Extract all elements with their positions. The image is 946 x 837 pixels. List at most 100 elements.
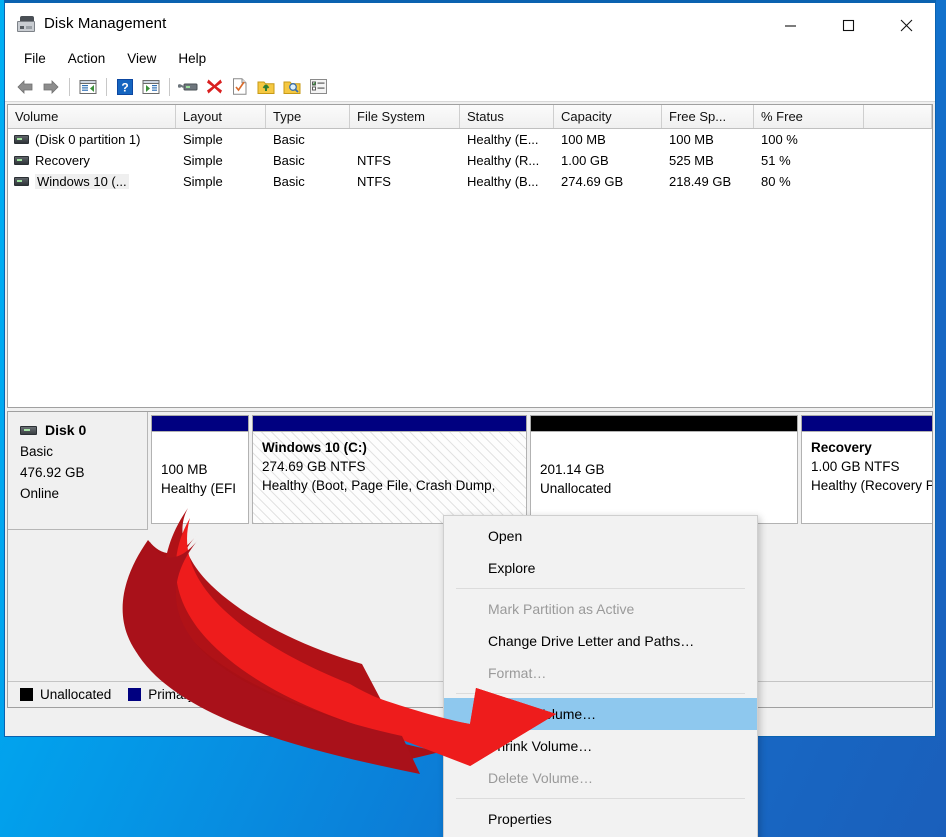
help-icon[interactable]: ?	[112, 75, 138, 99]
cell-percent-free: 80 %	[754, 171, 864, 192]
table-row[interactable]: (Disk 0 partition 1) Simple Basic Health…	[8, 129, 932, 150]
column-header-file-system[interactable]: File System	[350, 105, 460, 128]
column-header-extra[interactable]	[864, 105, 932, 128]
partition-status: Unallocated	[540, 481, 797, 496]
toolbar-separator	[106, 78, 107, 96]
disk-state: Online	[20, 486, 147, 501]
toolbar-separator	[169, 78, 170, 96]
up-one-level-icon[interactable]	[75, 75, 101, 99]
cell-layout: Simple	[176, 171, 266, 192]
detail-view-icon[interactable]	[305, 75, 331, 99]
cell-layout: Simple	[176, 129, 266, 150]
volume-icon	[14, 177, 29, 186]
partition-status: Healthy (Recovery P	[811, 478, 933, 493]
menu-item-open[interactable]: Open	[444, 520, 757, 552]
partition-unallocated[interactable]: 201.14 GB Unallocated	[530, 415, 798, 530]
column-header-status[interactable]: Status	[460, 105, 554, 128]
disk-size: 476.92 GB	[20, 465, 147, 480]
cell-type: Basic	[266, 171, 350, 192]
partition-windows-c[interactable]: Windows 10 (C:) 274.69 GB NTFS Healthy (…	[252, 415, 527, 530]
cell-type: Basic	[266, 129, 350, 150]
disk-name: Disk 0	[45, 422, 86, 438]
show-hide-console-tree-icon[interactable]	[138, 75, 164, 99]
menu-view[interactable]: View	[116, 48, 167, 69]
cell-free-space: 525 MB	[662, 150, 754, 171]
column-header-volume[interactable]: Volume	[8, 105, 176, 128]
partition-size: 201.14 GB	[540, 462, 797, 477]
menu-item-change-drive-letter-and-paths[interactable]: Change Drive Letter and Paths…	[444, 625, 757, 657]
partition-recovery[interactable]: Recovery 1.00 GB NTFS Healthy (Recovery …	[801, 415, 933, 530]
rescan-disks-icon[interactable]	[175, 75, 201, 99]
volume-list-body: (Disk 0 partition 1) Simple Basic Health…	[8, 129, 932, 407]
menu-item-extend-volume[interactable]: Extend Volume…	[444, 698, 757, 730]
properties-icon[interactable]	[227, 75, 253, 99]
menu-separator	[456, 798, 745, 799]
svg-text:?: ?	[121, 80, 128, 94]
menu-bar: File Action View Help	[5, 44, 935, 72]
cell-capacity: 274.69 GB	[554, 171, 662, 192]
cell-status: Healthy (R...	[460, 150, 554, 171]
menu-help[interactable]: Help	[167, 48, 217, 69]
disk-info-panel[interactable]: Disk 0 Basic 476.92 GB Online	[8, 412, 148, 530]
column-header-layout[interactable]: Layout	[176, 105, 266, 128]
cell-percent-free: 51 %	[754, 150, 864, 171]
partition-color-bar	[530, 415, 798, 431]
cell-file-system: NTFS	[350, 171, 460, 192]
disk-row: Disk 0 Basic 476.92 GB Online 100 MB Hea…	[8, 412, 932, 530]
legend-label-primary-partition: Primary partition	[148, 687, 246, 702]
cell-type: Basic	[266, 150, 350, 171]
legend-label-unallocated: Unallocated	[40, 687, 111, 702]
cell-file-system: NTFS	[350, 150, 460, 171]
menu-item-mark-partition-as-active: Mark Partition as Active	[444, 593, 757, 625]
partition-strip: 100 MB Healthy (EFI Windows 10 (C:) 274.…	[148, 412, 933, 530]
legend-swatch-primary-partition	[128, 688, 141, 701]
cell-volume: (Disk 0 partition 1)	[35, 132, 140, 147]
column-header-type[interactable]: Type	[266, 105, 350, 128]
menu-separator	[456, 693, 745, 694]
table-row[interactable]: Recovery Simple Basic NTFS Healthy (R...…	[8, 150, 932, 171]
cell-percent-free: 100 %	[754, 129, 864, 150]
column-header-free-space[interactable]: Free Sp...	[662, 105, 754, 128]
window-title: Disk Management	[44, 15, 166, 32]
disk-type: Basic	[20, 444, 147, 459]
partition-size: 100 MB	[161, 462, 248, 477]
cell-capacity: 100 MB	[554, 129, 662, 150]
close-button[interactable]	[877, 3, 935, 47]
volume-list-pane: Volume Layout Type File System Status Ca…	[7, 104, 933, 408]
toolbar-separator	[69, 78, 70, 96]
cell-file-system	[350, 129, 460, 150]
disk-drive-icon	[17, 16, 35, 32]
menu-item-explore[interactable]: Explore	[444, 552, 757, 584]
cell-capacity: 1.00 GB	[554, 150, 662, 171]
delete-icon[interactable]	[201, 75, 227, 99]
cell-status: Healthy (B...	[460, 171, 554, 192]
column-header-percent-free[interactable]: % Free	[754, 105, 864, 128]
partition-size: 274.69 GB NTFS	[262, 459, 526, 474]
find-icon[interactable]	[279, 75, 305, 99]
menu-file[interactable]: File	[13, 48, 57, 69]
partition-size: 1.00 GB NTFS	[811, 459, 933, 474]
column-header-capacity[interactable]: Capacity	[554, 105, 662, 128]
partition-title: Windows 10 (C:)	[262, 440, 526, 455]
window-controls	[761, 3, 935, 47]
menu-action[interactable]: Action	[57, 48, 117, 69]
toolbar: ?	[5, 72, 935, 102]
back-arrow-icon[interactable]	[12, 75, 38, 99]
menu-item-properties[interactable]: Properties	[444, 803, 757, 835]
volume-list-header: Volume Layout Type File System Status Ca…	[8, 105, 932, 129]
partition-color-bar	[252, 415, 527, 431]
minimize-button[interactable]	[761, 3, 819, 47]
menu-item-shrink-volume[interactable]: Shrink Volume…	[444, 730, 757, 762]
cell-layout: Simple	[176, 150, 266, 171]
export-list-icon[interactable]	[253, 75, 279, 99]
cell-volume: Windows 10 (...	[35, 174, 129, 189]
maximize-button[interactable]	[819, 3, 877, 47]
table-row[interactable]: Windows 10 (... Simple Basic NTFS Health…	[8, 171, 932, 192]
partition-color-bar	[801, 415, 933, 431]
menu-separator	[456, 588, 745, 589]
forward-arrow-icon[interactable]	[38, 75, 64, 99]
partition-status: Healthy (EFI	[161, 481, 248, 496]
menu-item-delete-volume: Delete Volume…	[444, 762, 757, 794]
partition-efi[interactable]: 100 MB Healthy (EFI	[151, 415, 249, 530]
context-menu: Open Explore Mark Partition as Active Ch…	[443, 515, 758, 837]
